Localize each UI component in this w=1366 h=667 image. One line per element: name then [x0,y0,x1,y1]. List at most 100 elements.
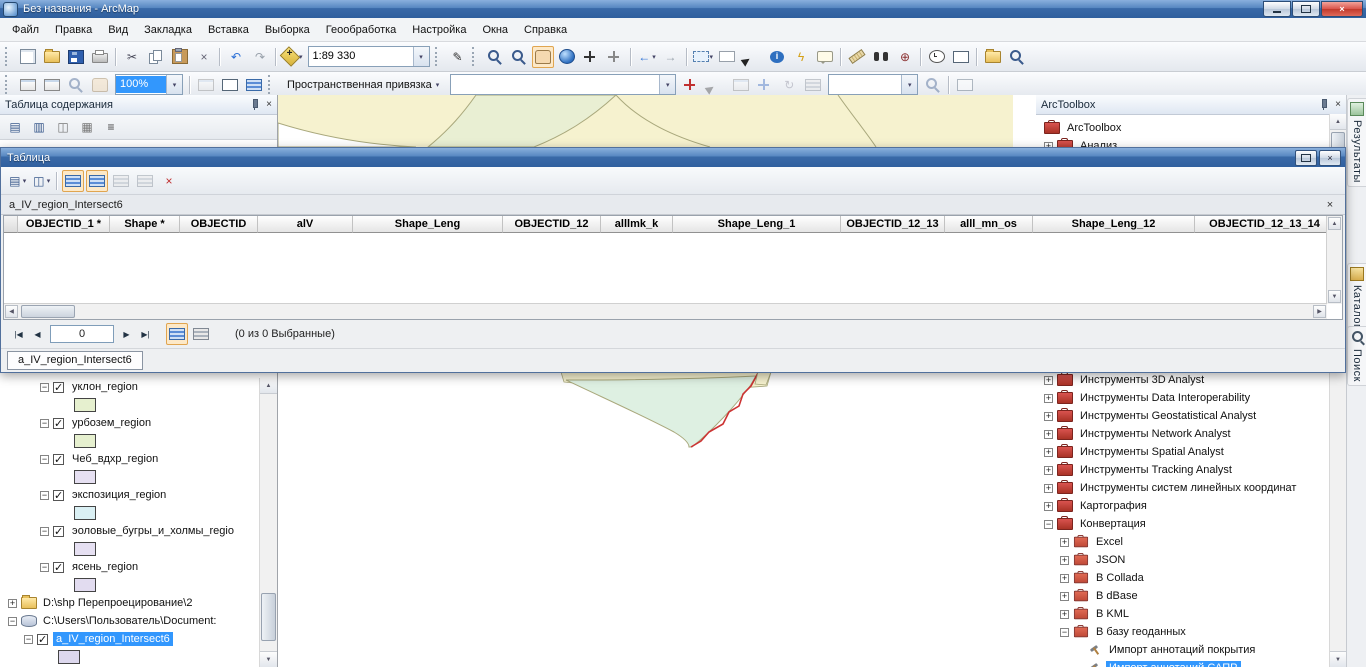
column-header[interactable]: OBJECTID_12 [503,216,601,233]
layer-checkbox[interactable] [53,490,64,501]
column-header[interactable]: Shape * [110,216,180,233]
dropdown-arrow-icon[interactable]: ▾ [901,75,917,94]
pan-icon[interactable] [532,46,554,68]
georef-update-icon[interactable] [243,74,265,96]
undo-icon[interactable]: ↶ [225,46,247,68]
toolbox-item[interactable]: Картография [1036,497,1330,515]
record-input[interactable]: 0 [50,325,114,343]
adjustment-layer-combo[interactable]: ▾ [450,74,676,95]
clear-selection-icon[interactable] [716,46,738,68]
scrollbar-thumb[interactable] [261,593,276,641]
rotate-adjust-icon[interactable]: ↻ [778,74,800,96]
folder-item[interactable]: D:\shp Перепроецирование\2 [0,594,260,612]
toolbox-item[interactable]: Инструменты Spatial Analyst [1036,443,1330,461]
grid-adjust-icon[interactable] [802,74,824,96]
save-icon[interactable] [65,46,87,68]
toc-close-icon[interactable]: × [266,99,272,110]
layer-swatch[interactable] [74,578,96,592]
layer-swatch[interactable] [74,470,96,484]
clear-table-selection-icon[interactable] [134,170,156,192]
collapse-icon[interactable] [40,455,49,464]
table-vertical-scrollbar[interactable]: ▲ ▼ [1326,216,1342,304]
column-header[interactable]: OBJECTID_12_13_14 [1195,216,1327,233]
table-close-button[interactable]: × [1319,150,1341,166]
dock-tab-results[interactable]: Результаты [1347,98,1366,187]
zoom-in-icon[interactable] [484,46,506,68]
spatial-adjustment-button[interactable]: Пространственная привязка▾ [281,75,445,95]
layer-checkbox[interactable] [53,382,64,393]
measure-icon[interactable] [846,46,868,68]
toolbox-root[interactable]: ArcToolbox [1036,119,1346,137]
close-button[interactable]: × [1321,1,1363,17]
column-header[interactable]: alllmk_k [601,216,673,233]
viewer-icon[interactable] [954,74,976,96]
list-by-selection-icon[interactable]: ▦ [76,116,98,138]
collapse-icon[interactable] [40,563,49,572]
dropdown-arrow-icon[interactable]: ▾ [659,75,675,94]
new-document-icon[interactable] [17,46,39,68]
menu-item[interactable]: Закладка [136,21,200,39]
expand-icon[interactable] [1060,592,1069,601]
collapse-icon[interactable] [40,491,49,500]
geodatabase-item[interactable]: C:\Users\Пользователь\Document: [0,612,260,630]
toolbar-grip[interactable] [268,75,274,94]
expand-icon[interactable] [1044,466,1053,475]
layer-swatch[interactable] [58,650,80,664]
column-header[interactable]: Shape_Leng_1 [673,216,841,233]
expand-icon[interactable] [1044,376,1053,385]
list-by-drawing-order-icon[interactable]: ▤ [4,116,26,138]
collapse-icon[interactable] [1060,628,1069,637]
table-maximize-button[interactable] [1295,150,1317,166]
expand-icon[interactable] [1044,484,1053,493]
selected-layer-item[interactable]: a_IV_region_Intersect6 [0,630,260,648]
time-slider-icon[interactable] [926,46,948,68]
layer-checkbox[interactable] [53,418,64,429]
toolbox-item[interactable]: Инструменты Network Analyst [1036,425,1330,443]
show-all-records-button[interactable] [166,323,188,345]
expand-icon[interactable] [1044,394,1053,403]
collapse-icon[interactable] [40,383,49,392]
delete-selected-icon[interactable]: × [158,170,180,192]
expand-icon[interactable] [1060,610,1069,619]
full-extent-icon[interactable] [556,46,578,68]
toolbar-grip[interactable] [435,47,441,66]
expand-icon[interactable] [1060,574,1069,583]
toolbox-item[interactable]: Импорт аннотаций покрытия [1036,641,1330,659]
minimize-button[interactable] [1263,1,1291,17]
menu-item[interactable]: Вставка [200,21,257,39]
layer-checkbox[interactable] [37,634,48,645]
open-icon[interactable] [41,46,63,68]
html-popup-icon[interactable] [814,46,836,68]
delete-icon[interactable]: × [193,46,215,68]
toc-options-icon[interactable]: ≡ [100,116,122,138]
list-by-visibility-icon[interactable]: ◫ [52,116,74,138]
scroll-right-icon[interactable]: ▶ [1313,305,1326,318]
toolbox-item[interactable]: Инструменты Geostatistical Analyst [1036,407,1330,425]
scrollbar-thumb[interactable] [21,305,75,318]
zoom-adjust-icon[interactable] [922,74,944,96]
scale-combo[interactable]: 1:89 330▾ [308,46,430,67]
forward-extent-icon[interactable]: → [660,46,682,68]
list-by-source-icon[interactable]: ▥ [28,116,50,138]
expand-icon[interactable] [1044,448,1053,457]
link-table-icon[interactable] [730,74,752,96]
toolbox-item[interactable]: Конвертация [1036,515,1330,533]
layer-item[interactable]: эоловые_бугры_и_холмы_regio [0,522,260,540]
toolbox-item[interactable]: Инструменты 3D Analyst [1036,371,1330,389]
column-header[interactable]: OBJECTID_1 * [18,216,110,233]
layer-swatch[interactable] [74,434,96,448]
layer-swatch[interactable] [74,542,96,556]
layer-checkbox[interactable] [53,454,64,465]
fixed-zoom-in-icon[interactable] [580,46,602,68]
highlight-selected-icon[interactable] [62,170,84,192]
catalog-window-icon[interactable] [982,46,1004,68]
back-extent-icon[interactable]: ←▾ [636,46,658,68]
pan-page-icon[interactable] [89,74,111,96]
menu-item[interactable]: Правка [47,21,100,39]
dock-tab-search[interactable]: Поиск [1347,326,1366,386]
expand-icon[interactable] [1044,430,1053,439]
toolbar-grip[interactable] [472,47,478,66]
dropdown-arrow-icon[interactable]: ▾ [166,75,182,94]
layer-item[interactable]: уклон_region [0,378,260,396]
add-data-icon[interactable]: ▾ [281,46,304,68]
